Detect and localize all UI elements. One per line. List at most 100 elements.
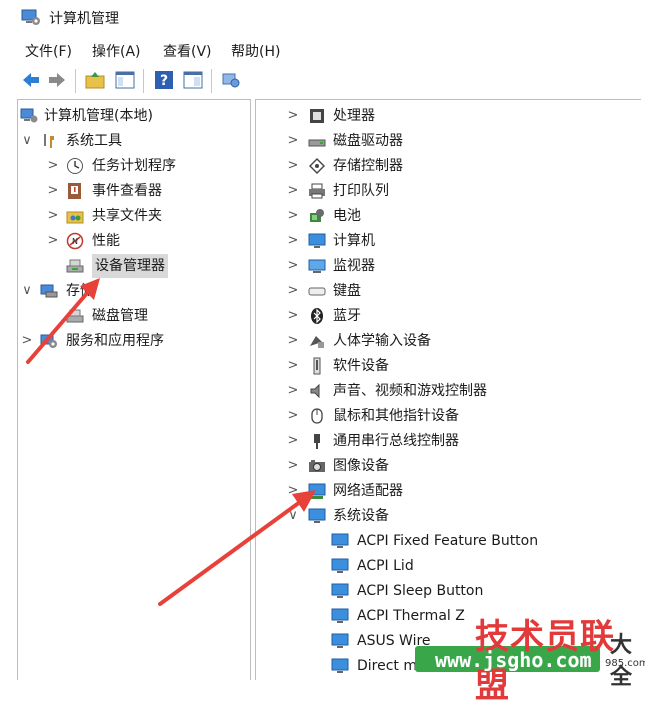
storage-icon bbox=[40, 282, 58, 300]
monitor-icon bbox=[331, 632, 349, 650]
device-category-usb-controllers[interactable]: > 通用串行总线控制器 bbox=[286, 429, 636, 453]
device-category-bluetooth[interactable]: > 蓝牙 bbox=[286, 304, 636, 328]
device-item[interactable]: ACPI Sleep Button bbox=[331, 579, 636, 603]
camera-icon bbox=[308, 457, 326, 475]
tools-icon bbox=[40, 132, 58, 150]
device-category-print-queues[interactable]: > 打印队列 bbox=[286, 179, 636, 203]
device-category-storage-controllers[interactable]: > 存储控制器 bbox=[286, 154, 636, 178]
forward-arrow-icon[interactable] bbox=[46, 69, 68, 91]
chevron-down-icon[interactable]: ∨ bbox=[286, 504, 300, 528]
tree-node-task-scheduler[interactable]: > 任务计划程序 bbox=[20, 154, 245, 178]
chevron-right-icon[interactable]: > bbox=[286, 104, 300, 128]
title-bar: 计算机管理 bbox=[0, 0, 645, 34]
device-category-disk-drives[interactable]: > 磁盘驱动器 bbox=[286, 129, 636, 153]
chevron-right-icon[interactable]: > bbox=[46, 179, 60, 203]
disk-drive-icon bbox=[308, 132, 326, 150]
menu-bar: 文件(F) 操作(A) 查看(V) 帮助(H) bbox=[0, 38, 645, 62]
watermark-small-text: 985.com bbox=[605, 658, 645, 669]
tree-node-computer-management[interactable]: 计算机管理(本地) bbox=[20, 104, 245, 128]
menu-file[interactable]: 文件(F) bbox=[25, 41, 72, 61]
usb-icon bbox=[308, 432, 326, 450]
chevron-right-icon[interactable]: > bbox=[286, 404, 300, 428]
chevron-right-icon[interactable]: > bbox=[286, 279, 300, 303]
device-category-software-devices[interactable]: > 软件设备 bbox=[286, 354, 636, 378]
chevron-down-icon[interactable]: ∨ bbox=[20, 129, 34, 153]
device-category-computer[interactable]: > 计算机 bbox=[286, 229, 636, 253]
chevron-right-icon[interactable]: > bbox=[286, 254, 300, 278]
device-category-hid[interactable]: > 人体学输入设备 bbox=[286, 329, 636, 353]
tree-node-services-applications[interactable]: > 服务和应用程序 bbox=[20, 329, 245, 353]
show-hide-tree-icon[interactable] bbox=[114, 69, 136, 91]
speaker-icon bbox=[308, 382, 326, 400]
back-arrow-icon[interactable] bbox=[20, 69, 42, 91]
mouse-icon bbox=[308, 407, 326, 425]
clock-icon bbox=[66, 157, 84, 175]
menu-view[interactable]: 查看(V) bbox=[163, 41, 212, 61]
chevron-right-icon[interactable]: > bbox=[286, 154, 300, 178]
tree-node-storage[interactable]: ∨ 存储 bbox=[20, 279, 245, 303]
chevron-right-icon[interactable]: > bbox=[286, 479, 300, 503]
display-icon bbox=[308, 257, 326, 275]
export-list-icon[interactable] bbox=[182, 69, 204, 91]
menu-action[interactable]: 操作(A) bbox=[92, 41, 141, 61]
keyboard-icon bbox=[308, 282, 326, 300]
chevron-right-icon[interactable]: > bbox=[20, 329, 34, 353]
chevron-right-icon[interactable]: > bbox=[286, 379, 300, 403]
chevron-right-icon[interactable]: > bbox=[46, 229, 60, 253]
device-tree-pane: > 处理器 > 磁盘驱动器 > 存储控制器 > 打印队列 > 电池 > 计算机 … bbox=[255, 99, 641, 680]
chevron-right-icon[interactable]: > bbox=[286, 129, 300, 153]
shared-folder-icon bbox=[66, 207, 84, 225]
chevron-right-icon[interactable]: > bbox=[286, 304, 300, 328]
device-category-monitors[interactable]: > 监视器 bbox=[286, 254, 636, 278]
cpu-icon bbox=[308, 107, 326, 125]
tree-node-disk-management[interactable]: 磁盘管理 bbox=[20, 304, 245, 328]
monitor-icon bbox=[331, 582, 349, 600]
tree-node-performance[interactable]: > N 性能 bbox=[20, 229, 245, 253]
system-device-icon bbox=[308, 507, 326, 525]
device-category-batteries[interactable]: > 电池 bbox=[286, 204, 636, 228]
chevron-right-icon[interactable]: > bbox=[286, 329, 300, 353]
watermark-url: www.jsgho.com bbox=[435, 648, 592, 672]
performance-icon: N bbox=[66, 232, 84, 250]
monitor-icon bbox=[331, 532, 349, 550]
tree-node-event-viewer[interactable]: > 事件查看器 bbox=[20, 179, 245, 203]
up-folder-icon[interactable] bbox=[84, 69, 106, 91]
tree-node-system-tools[interactable]: ∨ 系统工具 bbox=[20, 129, 245, 153]
help-icon[interactable]: ? bbox=[153, 69, 175, 91]
tree-node-shared-folders[interactable]: > 共享文件夹 bbox=[20, 204, 245, 228]
device-category-sound-video-game[interactable]: > 声音、视频和游戏控制器 bbox=[286, 379, 636, 403]
chevron-right-icon[interactable]: > bbox=[46, 204, 60, 228]
chevron-down-icon[interactable]: ∨ bbox=[20, 279, 34, 303]
computer-management-icon bbox=[20, 107, 38, 125]
chevron-right-icon[interactable]: > bbox=[286, 429, 300, 453]
device-category-keyboards[interactable]: > 键盘 bbox=[286, 279, 636, 303]
tree-node-device-manager[interactable]: 设备管理器 bbox=[20, 254, 245, 278]
chevron-right-icon[interactable]: > bbox=[286, 204, 300, 228]
svg-text:N: N bbox=[72, 237, 78, 246]
chevron-right-icon[interactable]: > bbox=[286, 229, 300, 253]
monitor-icon bbox=[331, 557, 349, 575]
chevron-right-icon[interactable]: > bbox=[286, 179, 300, 203]
monitor-icon bbox=[308, 232, 326, 250]
svg-text:?: ? bbox=[160, 73, 168, 89]
device-category-mice[interactable]: > 鼠标和其他指针设备 bbox=[286, 404, 636, 428]
window-title: 计算机管理 bbox=[49, 11, 119, 27]
console-tree-pane: 计算机管理(本地) ∨ 系统工具 > 任务计划程序 > 事件查看器 > 共享文件… bbox=[17, 99, 251, 680]
device-item[interactable]: ACPI Lid bbox=[331, 554, 636, 578]
chevron-right-icon[interactable]: > bbox=[46, 154, 60, 178]
device-category-system-devices[interactable]: ∨ 系统设备 bbox=[286, 504, 636, 528]
device-manager-icon bbox=[66, 257, 84, 275]
device-category-processors[interactable]: > 处理器 bbox=[286, 104, 636, 128]
chevron-right-icon[interactable]: > bbox=[286, 454, 300, 478]
monitor-icon bbox=[331, 657, 349, 675]
toolbar: ? bbox=[0, 66, 645, 96]
menu-help[interactable]: 帮助(H) bbox=[231, 41, 280, 61]
storage-controller-icon bbox=[308, 157, 326, 175]
chevron-right-icon[interactable]: > bbox=[286, 354, 300, 378]
toolbar-separator bbox=[143, 69, 144, 93]
device-category-network-adapters[interactable]: > 网络适配器 bbox=[286, 479, 636, 503]
device-item[interactable]: ACPI Fixed Feature Button bbox=[331, 529, 636, 553]
refresh-icon[interactable] bbox=[220, 69, 242, 91]
disk-management-icon bbox=[66, 307, 84, 325]
device-category-imaging[interactable]: > 图像设备 bbox=[286, 454, 636, 478]
